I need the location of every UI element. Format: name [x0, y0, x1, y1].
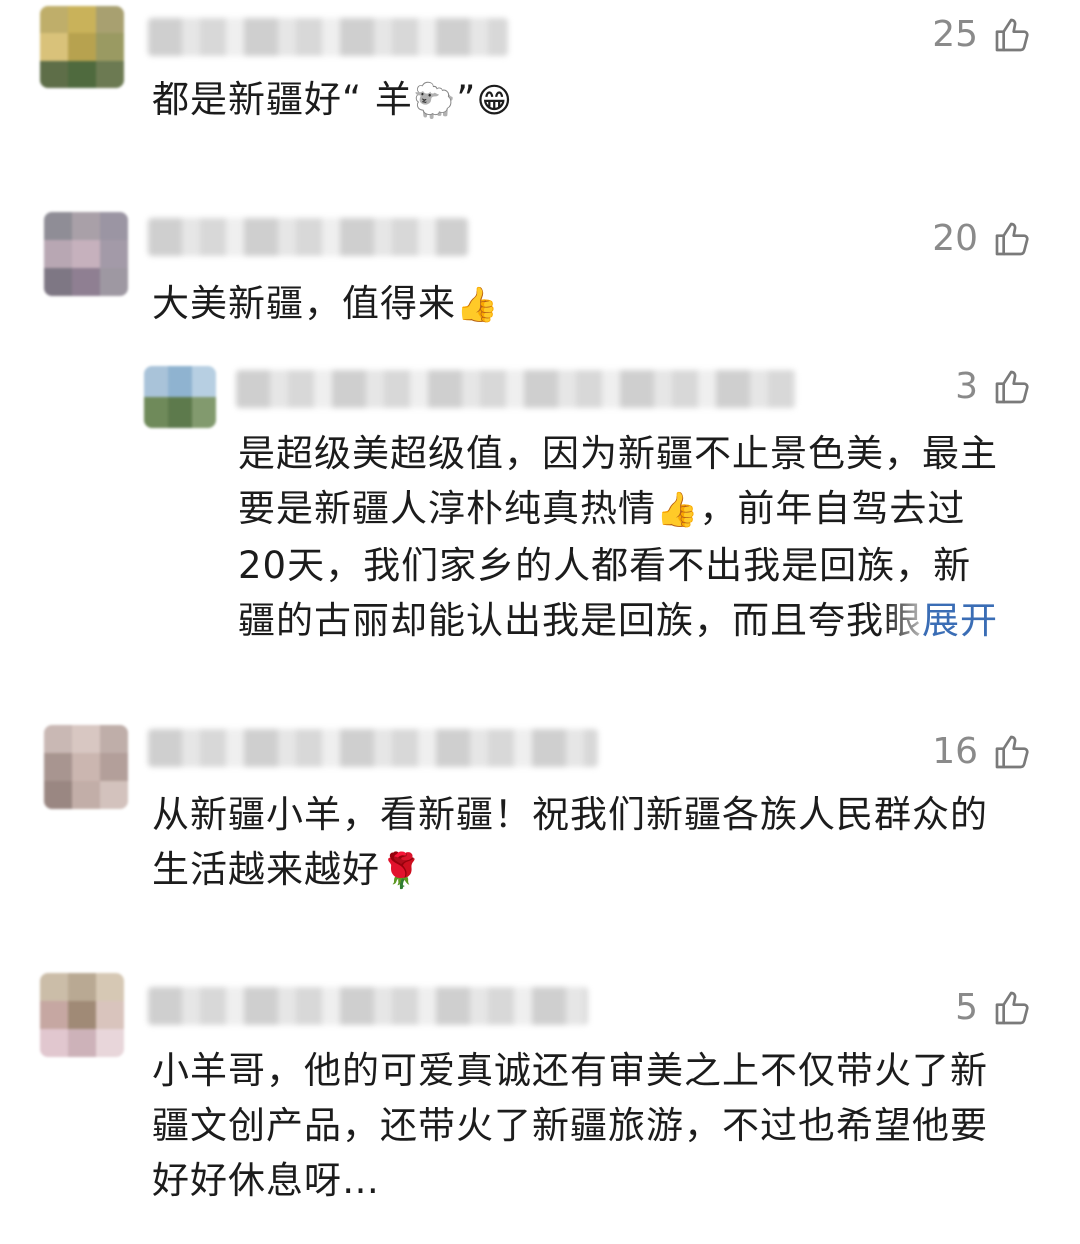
like-count: 3: [955, 366, 978, 407]
rose-emoji: 🌹: [380, 851, 424, 891]
avatar[interactable]: [40, 6, 124, 88]
username-blurred[interactable]: [148, 987, 588, 1025]
avatar[interactable]: [44, 725, 128, 809]
like-count: 5: [955, 987, 978, 1028]
like-button[interactable]: 5: [955, 987, 1032, 1028]
comment-text: 小羊哥，他的可爱真诚还有审美之上不仅带火了新 疆文创产品，还带火了新疆旅游，不过…: [152, 1049, 988, 1202]
grinning-face-emoji: 😁: [476, 81, 513, 121]
avatar[interactable]: [144, 366, 216, 428]
comment-1: 25 都是新疆好“ 羊🐑”😁: [0, 0, 1080, 180]
like-count: 25: [932, 14, 978, 55]
comment-3: 16 从新疆小羊，看新疆！祝我们新疆各族人民群众的 生活越来越好🌹: [0, 715, 1080, 935]
thumbs-up-outline-icon: [995, 18, 1029, 51]
like-button[interactable]: 20: [932, 218, 1032, 259]
thumbs-up-emoji: 👍: [656, 490, 700, 530]
like-button[interactable]: 25: [932, 14, 1032, 55]
avatar[interactable]: [44, 212, 128, 296]
like-button[interactable]: 16: [932, 731, 1032, 772]
thumbs-up-outline-icon: [995, 991, 1029, 1024]
comment-text: 大美新疆，值得来👍: [152, 282, 500, 325]
like-count: 20: [932, 218, 978, 259]
avatar[interactable]: [40, 973, 124, 1057]
reply-text: 是超级美超级值，因为新疆不止景色美，最主 要是新疆人淳朴纯真热情👍，前年自驾去过…: [238, 432, 998, 642]
username-blurred[interactable]: [148, 18, 508, 56]
username-blurred[interactable]: [148, 218, 468, 256]
expand-link[interactable]: 展开: [922, 599, 998, 642]
username-blurred[interactable]: [236, 370, 796, 408]
thumbs-up-outline-icon: [995, 370, 1029, 403]
thumbs-up-emoji: 👍: [456, 285, 500, 325]
comment-text: 从新疆小羊，看新疆！祝我们新疆各族人民群众的 生活越来越好🌹: [152, 793, 988, 891]
username-blurred[interactable]: [148, 729, 598, 767]
sheep-emoji: 🐑: [412, 81, 457, 121]
comment-4: 5 小羊哥，他的可爱真诚还有审美之上不仅带火了新 疆文创产品，还带火了新疆旅游，…: [0, 965, 1080, 1225]
comment-2: 20 大美新疆，值得来👍 3 是超级美超级值，因为新疆不止景色美，最主 要是新疆…: [0, 200, 1080, 680]
thumbs-up-outline-icon: [995, 735, 1029, 768]
comment-text: 都是新疆好“ 羊🐑”😁: [152, 78, 513, 121]
like-button[interactable]: 3: [955, 366, 1032, 407]
reply: 3 是超级美超级值，因为新疆不止景色美，最主 要是新疆人淳朴纯真热情👍，前年自驾…: [0, 360, 1080, 660]
thumbs-up-outline-icon: [995, 222, 1029, 255]
like-count: 16: [932, 731, 978, 772]
